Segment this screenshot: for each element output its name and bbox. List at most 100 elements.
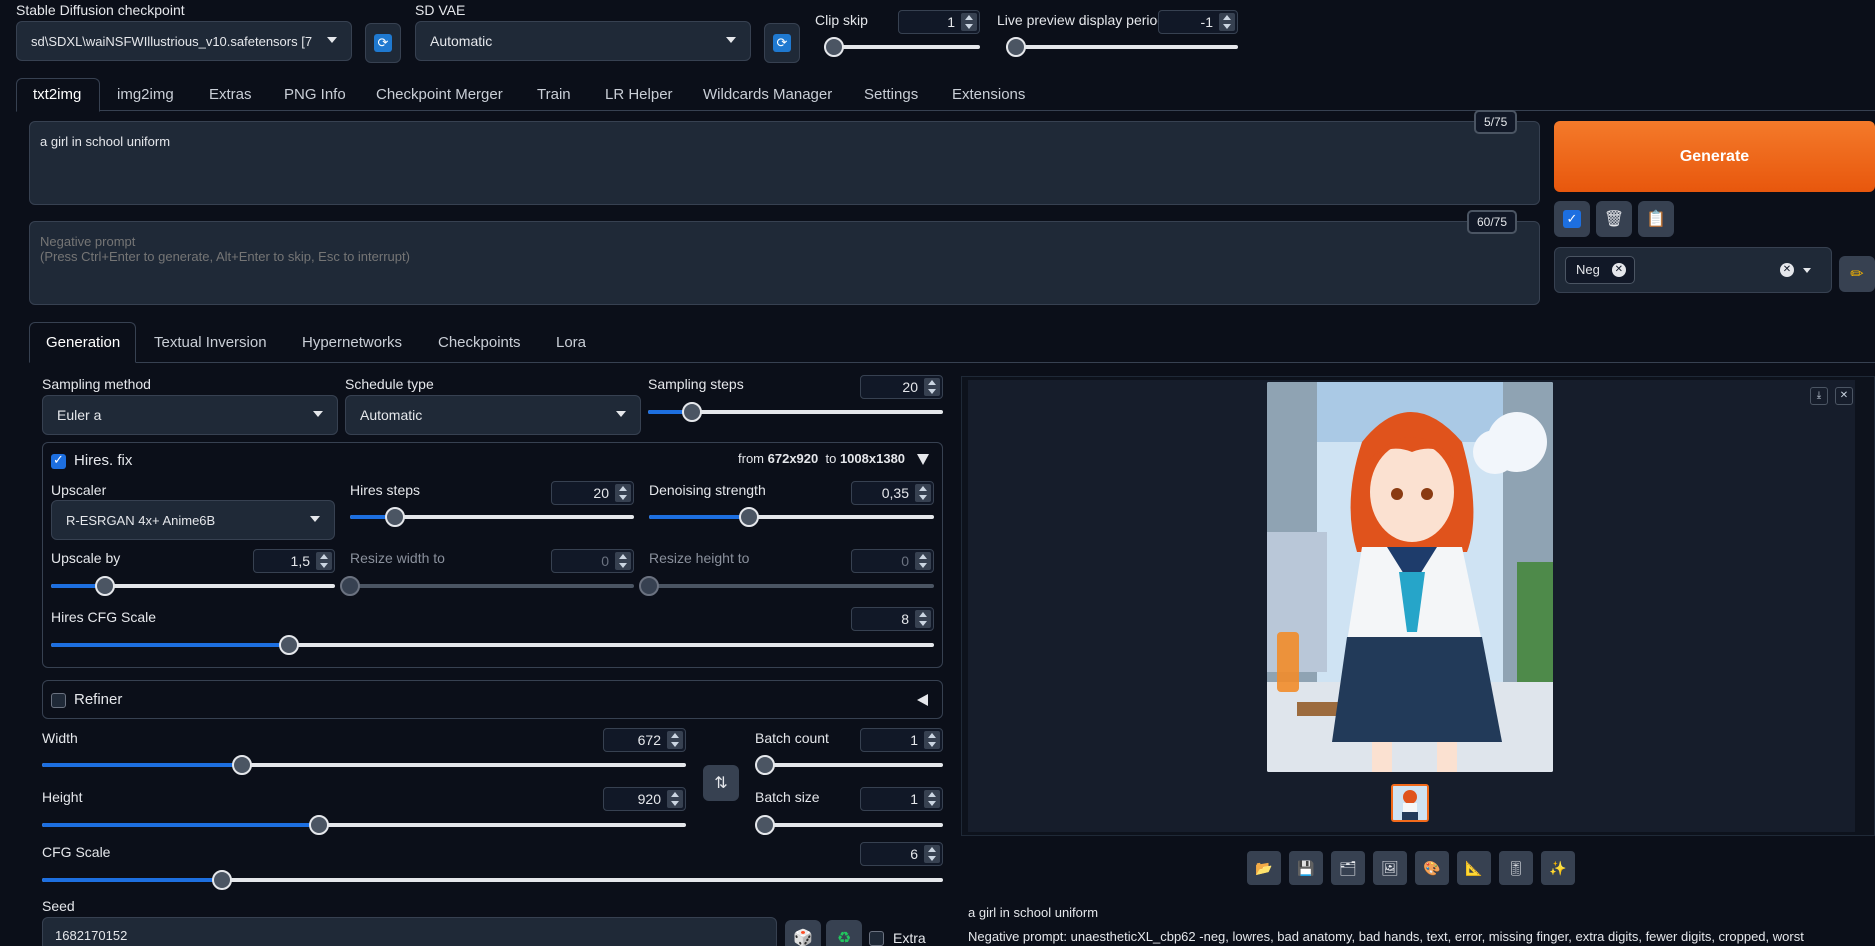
spinner-icon[interactable]: [961, 13, 977, 31]
generate-button[interactable]: Generate: [1554, 121, 1875, 192]
edit-styles-button[interactable]: ✏: [1839, 256, 1875, 292]
slider-thumb[interactable]: [1006, 37, 1026, 57]
collapse-triangle-icon[interactable]: [917, 454, 929, 465]
spinner-icon[interactable]: [915, 484, 931, 502]
tab-checkpoints[interactable]: Checkpoints: [438, 334, 521, 351]
upscaler-select[interactable]: R-ESRGAN 4x+ Anime6B: [51, 500, 335, 540]
slider-thumb[interactable]: [308, 815, 329, 835]
tab-textual-inversion[interactable]: Textual Inversion: [154, 334, 267, 351]
schedule-type-select[interactable]: Automatic: [345, 395, 641, 435]
swap-dimensions-button[interactable]: ⇅: [703, 765, 739, 801]
spinner-icon[interactable]: [1219, 13, 1235, 31]
generated-image[interactable]: [1267, 382, 1553, 772]
gallery-thumbnail[interactable]: [1391, 784, 1429, 822]
hires-fix-checkbox[interactable]: [51, 452, 66, 469]
tab-extras[interactable]: Extras: [209, 86, 252, 103]
clear-prompt-button[interactable]: 🗑: [1596, 201, 1632, 237]
enhance-button[interactable]: ✨: [1541, 851, 1575, 885]
seed-input[interactable]: 1682170152: [42, 917, 777, 946]
batch-size-slider[interactable]: [755, 815, 943, 835]
slider-thumb[interactable]: [738, 507, 759, 527]
tab-png-info[interactable]: PNG Info: [284, 86, 346, 103]
clip-skip-input[interactable]: 1: [898, 10, 980, 34]
hires-steps-input[interactable]: 20: [551, 481, 634, 505]
clip-skip-slider[interactable]: [824, 37, 980, 57]
refresh-vae-button[interactable]: ⟳: [764, 23, 800, 63]
spinner-icon[interactable]: [924, 731, 940, 749]
tab-settings[interactable]: Settings: [864, 86, 918, 103]
height-slider[interactable]: [42, 815, 686, 835]
slider-thumb[interactable]: [682, 402, 703, 422]
resize-height-input[interactable]: 0: [851, 549, 934, 573]
chevron-down-icon[interactable]: [1803, 268, 1811, 273]
refiner-checkbox[interactable]: [51, 693, 66, 708]
upscale-by-slider[interactable]: [51, 576, 335, 596]
reuse-seed-button[interactable]: ♻: [826, 920, 862, 946]
vae-select[interactable]: Automatic: [415, 21, 751, 61]
slider-thumb[interactable]: [755, 815, 775, 835]
hires-cfg-slider[interactable]: [51, 635, 934, 655]
slider-thumb[interactable]: [231, 755, 252, 775]
slider-thumb[interactable]: [340, 576, 360, 596]
tab-txt2img[interactable]: txt2img: [33, 86, 81, 103]
upscale-by-input[interactable]: 1,5: [253, 549, 335, 573]
tab-img2img[interactable]: img2img: [117, 86, 174, 103]
zip-button[interactable]: 🗂: [1331, 851, 1365, 885]
spinner-icon[interactable]: [915, 610, 931, 628]
random-seed-button[interactable]: 🎲: [785, 920, 821, 946]
tab-lora[interactable]: Lora: [556, 334, 586, 351]
tab-hypernetworks[interactable]: Hypernetworks: [302, 334, 402, 351]
cfg-scale-input[interactable]: 6: [860, 842, 943, 866]
send-to-extras-button[interactable]: 📐: [1457, 851, 1491, 885]
sampling-method-select[interactable]: Euler a: [42, 395, 338, 435]
preview-period-input[interactable]: -1: [1158, 10, 1238, 34]
negative-prompt-input[interactable]: [29, 221, 1540, 305]
tab-generation[interactable]: Generation: [46, 334, 120, 351]
send-to-img2img-button[interactable]: 🖼: [1373, 851, 1407, 885]
close-icon[interactable]: ✕: [1835, 387, 1853, 405]
tab-wildcards-manager[interactable]: Wildcards Manager: [703, 86, 832, 103]
close-icon[interactable]: ✕: [1611, 263, 1626, 277]
download-icon[interactable]: ⤓: [1810, 387, 1828, 405]
slider-thumb[interactable]: [94, 576, 115, 596]
resize-height-slider[interactable]: [639, 576, 934, 596]
save-button[interactable]: 💾: [1289, 851, 1323, 885]
batch-count-input[interactable]: 1: [860, 728, 943, 752]
denoising-slider[interactable]: [649, 507, 934, 527]
spinner-icon[interactable]: [924, 790, 940, 808]
prompt-input[interactable]: [29, 121, 1540, 205]
show-extra-networks-button[interactable]: ✓: [1554, 201, 1590, 237]
cfg-scale-slider[interactable]: [42, 870, 943, 890]
denoising-input[interactable]: 0,35: [851, 481, 934, 505]
sampling-steps-slider[interactable]: [648, 402, 943, 422]
batch-size-input[interactable]: 1: [860, 787, 943, 811]
slider-thumb[interactable]: [755, 755, 775, 775]
width-input[interactable]: 672: [603, 728, 686, 752]
spinner-icon[interactable]: [615, 552, 631, 570]
resize-width-slider[interactable]: [340, 576, 634, 596]
hires-cfg-input[interactable]: 8: [851, 607, 934, 631]
slider-thumb[interactable]: [824, 37, 844, 57]
spinner-icon[interactable]: [316, 552, 332, 570]
slider-thumb[interactable]: [639, 576, 659, 596]
paste-button[interactable]: 📋: [1638, 201, 1674, 237]
width-slider[interactable]: [42, 755, 686, 775]
height-input[interactable]: 920: [603, 787, 686, 811]
spinner-icon[interactable]: [924, 845, 940, 863]
spinner-icon[interactable]: [615, 484, 631, 502]
clear-icon[interactable]: ✕: [1780, 263, 1794, 277]
sampling-steps-input[interactable]: 20: [860, 375, 943, 399]
spinner-icon[interactable]: [915, 552, 931, 570]
styles-select[interactable]: Neg ✕ ✕: [1554, 247, 1832, 293]
spinner-icon[interactable]: [924, 378, 940, 396]
slider-thumb[interactable]: [212, 870, 233, 890]
tab-checkpoint-merger[interactable]: Checkpoint Merger: [376, 86, 503, 103]
spinner-icon[interactable]: [667, 731, 683, 749]
refresh-checkpoint-button[interactable]: ⟳: [365, 23, 401, 63]
resize-width-input[interactable]: 0: [551, 549, 634, 573]
tab-lr-helper[interactable]: LR Helper: [605, 86, 673, 103]
hires-steps-slider[interactable]: [350, 507, 634, 527]
spinner-icon[interactable]: [667, 790, 683, 808]
send-to-settings-button[interactable]: 🎚: [1499, 851, 1533, 885]
tab-extensions[interactable]: Extensions: [952, 86, 1025, 103]
